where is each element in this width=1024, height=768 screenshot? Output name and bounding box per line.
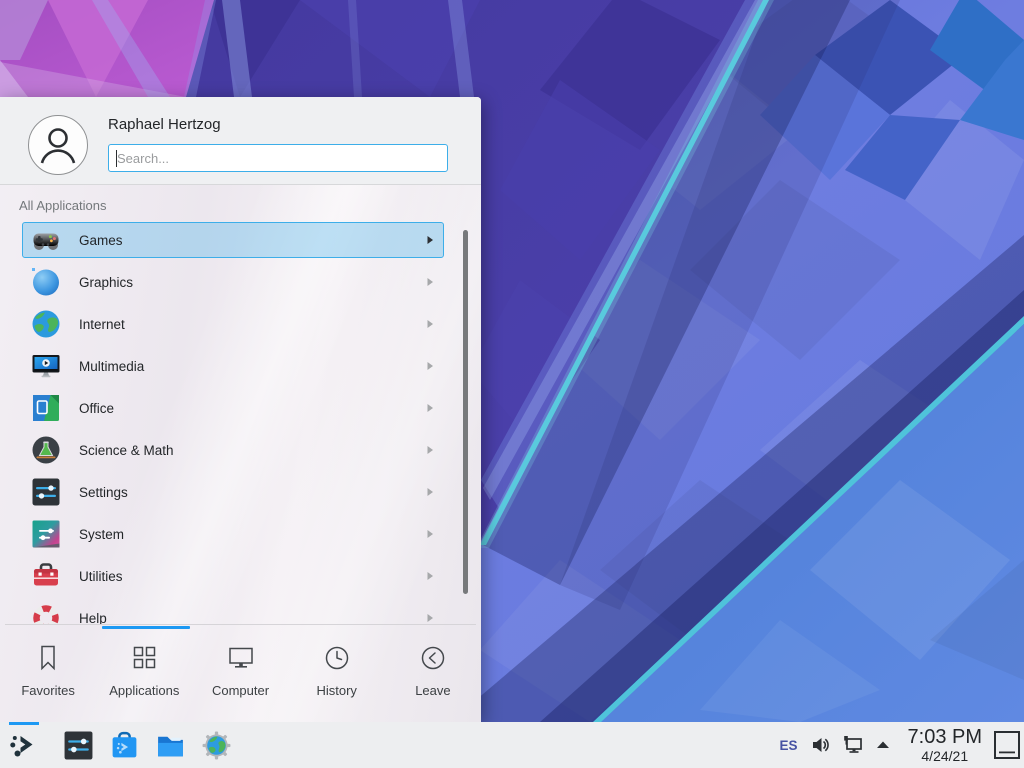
application-category-list: Games Graphics	[0, 219, 481, 624]
chevron-right-icon	[425, 361, 435, 371]
taskbar: ES 7:03 PM 4/24/21	[0, 722, 1024, 768]
menu-item-internet[interactable]: Internet	[22, 306, 444, 342]
menu-item-label: Graphics	[79, 275, 425, 290]
keyboard-layout-indicator[interactable]: ES	[777, 738, 801, 753]
menu-item-office[interactable]: Office	[22, 390, 444, 426]
file-manager-taskbar-icon[interactable]	[147, 722, 193, 768]
menu-item-label: Utilities	[79, 569, 425, 584]
kali-launcher-icon	[8, 730, 38, 760]
tab-label: Computer	[212, 683, 269, 698]
chevron-right-icon	[425, 571, 435, 581]
grid-icon	[129, 643, 159, 673]
globe-icon	[31, 309, 61, 339]
digital-clock[interactable]: 7:03 PM 4/24/21	[908, 727, 982, 763]
chevron-right-icon	[425, 277, 435, 287]
menu-item-system[interactable]: System	[22, 516, 444, 552]
documents-icon	[31, 393, 61, 423]
clock-time: 7:03 PM	[908, 727, 982, 747]
user-name: Raphael Hertzog	[108, 116, 221, 133]
menu-item-utilities[interactable]: Utilities	[22, 558, 444, 594]
flask-icon	[31, 435, 61, 465]
menu-footer-tabs: Favorites Applications Comp	[0, 629, 481, 722]
menu-item-multimedia[interactable]: Multimedia	[22, 348, 444, 384]
footer-divider	[5, 624, 476, 625]
menu-item-graphics[interactable]: Graphics	[22, 264, 444, 300]
application-launcher-menu: Raphael Hertzog All Applications	[0, 97, 481, 722]
chevron-right-icon	[425, 319, 435, 329]
volume-icon[interactable]	[810, 734, 832, 756]
application-launcher-button[interactable]	[0, 722, 46, 768]
menu-item-games[interactable]: Games	[22, 222, 444, 258]
tab-leave[interactable]: Leave	[385, 629, 481, 722]
sliders-color-icon	[31, 519, 61, 549]
system-tray: ES	[777, 733, 892, 757]
monitor-play-icon	[31, 351, 61, 381]
tab-computer[interactable]: Computer	[192, 629, 288, 722]
launcher-active-indicator	[9, 722, 39, 725]
chevron-right-icon	[425, 487, 435, 497]
clock-icon	[322, 643, 352, 673]
menu-item-label: Help	[79, 611, 425, 625]
web-browser-taskbar-icon[interactable]	[193, 722, 239, 768]
chevron-right-icon	[425, 529, 435, 539]
show-desktop-icon	[992, 730, 1022, 760]
sliders-dark-icon	[31, 477, 61, 507]
show-desktop-button[interactable]	[990, 722, 1024, 768]
leave-icon	[418, 643, 448, 673]
section-label: All Applications	[19, 198, 106, 213]
menu-item-label: System	[79, 527, 425, 542]
chevron-right-icon	[425, 403, 435, 413]
bookmark-icon	[33, 643, 63, 673]
discover-store-taskbar-icon[interactable]	[101, 722, 147, 768]
menu-item-label: Science & Math	[79, 443, 425, 458]
menu-item-science-math[interactable]: Science & Math	[22, 432, 444, 468]
lifebuoy-icon	[31, 603, 61, 624]
search-input[interactable]	[109, 145, 447, 171]
user-avatar[interactable]	[28, 115, 88, 175]
tab-label: History	[316, 683, 356, 698]
system-settings-taskbar-icon[interactable]	[55, 722, 101, 768]
menu-item-label: Games	[79, 233, 425, 248]
menu-item-label: Settings	[79, 485, 425, 500]
list-scrollbar[interactable]	[463, 230, 468, 594]
tab-label: Favorites	[21, 683, 74, 698]
chevron-right-icon	[425, 235, 435, 245]
tab-label: Applications	[109, 683, 179, 698]
menu-item-label: Office	[79, 401, 425, 416]
menu-item-label: Multimedia	[79, 359, 425, 374]
computer-icon	[226, 643, 256, 673]
tab-favorites[interactable]: Favorites	[0, 629, 96, 722]
tab-label: Leave	[415, 683, 450, 698]
menu-item-help[interactable]: Help	[22, 600, 444, 624]
blue-sphere-icon	[31, 267, 61, 297]
network-icon[interactable]	[841, 733, 865, 757]
tab-applications[interactable]: Applications	[96, 629, 192, 722]
gamepad-icon	[31, 225, 61, 255]
menu-item-settings[interactable]: Settings	[22, 474, 444, 510]
toolbox-icon	[31, 561, 61, 591]
menu-header: Raphael Hertzog	[0, 97, 481, 185]
tab-history[interactable]: History	[289, 629, 385, 722]
text-cursor	[116, 150, 117, 167]
user-icon	[29, 116, 87, 174]
clock-date: 4/24/21	[908, 749, 982, 763]
expand-tray-icon[interactable]	[874, 736, 892, 754]
chevron-right-icon	[425, 613, 435, 623]
search-box[interactable]	[108, 144, 448, 172]
menu-item-label: Internet	[79, 317, 425, 332]
chevron-right-icon	[425, 445, 435, 455]
